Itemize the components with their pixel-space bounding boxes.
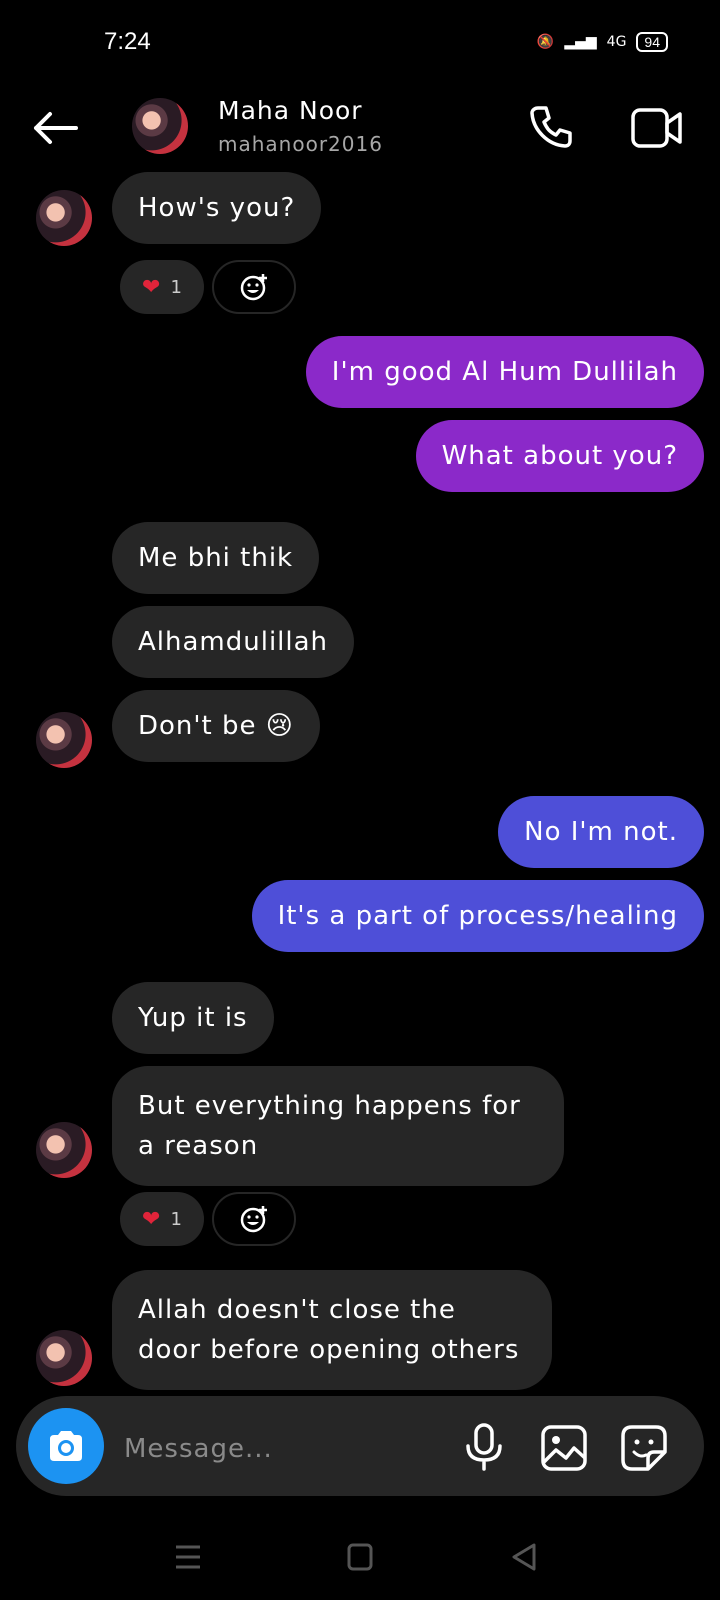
received-message[interactable]: Alhamdulillah — [112, 606, 355, 678]
add-reaction-button[interactable] — [212, 260, 296, 314]
phone-icon[interactable] — [528, 104, 574, 150]
sender-avatar[interactable] — [36, 1330, 92, 1386]
mute-icon: 🔕 — [536, 34, 555, 50]
menu-icon[interactable] — [168, 1540, 208, 1574]
sent-message[interactable]: It's a part of process/healing — [251, 880, 704, 952]
status-time: 7:24 — [104, 28, 151, 55]
add-reaction-icon — [240, 274, 267, 301]
received-message[interactable]: But everything happens for a reason — [112, 1066, 564, 1186]
heart-reaction[interactable]: ❤ 1 — [120, 260, 204, 314]
contact-username[interactable]: mahanoor2016 — [218, 132, 383, 156]
heart-icon: ❤ — [142, 274, 161, 300]
sent-message[interactable]: What about you? — [415, 420, 704, 492]
reaction-count: 1 — [170, 276, 182, 298]
add-reaction-icon — [240, 1206, 267, 1233]
status-icons: 🔕 ▂▄▆ 4G 94 — [537, 32, 668, 52]
contact-avatar[interactable] — [132, 98, 188, 154]
mic-icon[interactable] — [462, 1422, 506, 1472]
sent-message[interactable]: No I'm not. — [498, 796, 704, 868]
received-message[interactable]: Don't be 😢 — [112, 690, 320, 762]
message-input[interactable] — [122, 1428, 446, 1470]
camera-icon — [50, 1431, 82, 1461]
camera-button[interactable] — [28, 1408, 104, 1484]
reaction-count: 1 — [170, 1208, 182, 1230]
video-icon[interactable] — [630, 106, 684, 150]
gallery-icon[interactable] — [540, 1424, 588, 1472]
home-icon[interactable] — [340, 1540, 380, 1574]
battery-indicator: 94 — [636, 32, 668, 52]
back-triangle-icon[interactable] — [506, 1540, 546, 1574]
heart-reaction[interactable]: ❤ 1 — [120, 1192, 204, 1246]
heart-icon: ❤ — [142, 1206, 161, 1232]
received-message[interactable]: How's you? — [112, 172, 322, 244]
sent-message[interactable]: I'm good Al Hum Dullilah — [305, 336, 704, 408]
sticker-icon[interactable] — [620, 1424, 668, 1472]
network-label: 4G — [606, 34, 627, 50]
signal-icon: ▂▄▆ — [564, 34, 597, 50]
received-message[interactable]: Allah doesn't close the door before open… — [112, 1270, 552, 1390]
received-message[interactable]: Yup it is — [112, 982, 274, 1054]
contact-name[interactable]: Maha Noor — [218, 96, 363, 125]
back-arrow-icon[interactable] — [30, 108, 80, 148]
sender-avatar[interactable] — [36, 1122, 92, 1178]
received-message[interactable]: Me bhi thik — [112, 522, 320, 594]
sender-avatar[interactable] — [36, 712, 92, 768]
sender-avatar[interactable] — [36, 190, 92, 246]
add-reaction-button[interactable] — [212, 1192, 296, 1246]
